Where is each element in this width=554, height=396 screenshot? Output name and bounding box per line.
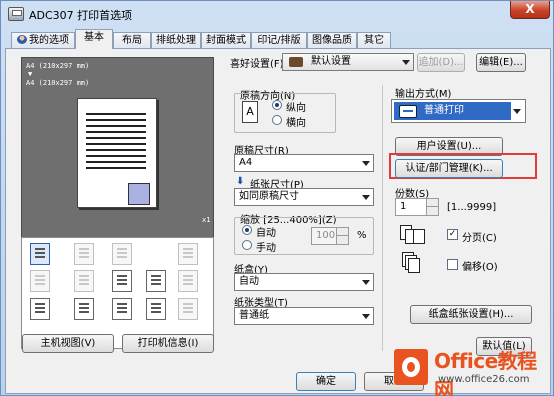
spin-up-icon[interactable] bbox=[336, 228, 348, 236]
offset-checkbox[interactable] bbox=[447, 259, 458, 270]
collate-icon bbox=[400, 225, 425, 247]
zoom-value-input[interactable]: 100 bbox=[311, 227, 349, 245]
booklet-icon[interactable] bbox=[112, 298, 132, 320]
title-bar: ADC307 打印首选项 X bbox=[1, 1, 553, 29]
tray-value: 自动 bbox=[239, 276, 259, 287]
secure-print-icon[interactable] bbox=[178, 270, 198, 292]
favorites-label: 喜好设置(F) bbox=[230, 59, 284, 70]
zoom-unit: % bbox=[357, 230, 367, 241]
chevron-down-icon bbox=[402, 60, 410, 65]
paper-type-select[interactable]: 普通纸 bbox=[234, 307, 374, 325]
spin-down-icon[interactable] bbox=[426, 207, 438, 215]
tab-my-options[interactable]: 我的选项 bbox=[11, 32, 75, 49]
window-title: ADC307 打印首选项 bbox=[29, 9, 133, 22]
collate-label: 分页(C) bbox=[462, 233, 497, 244]
print-preferences-window: ADC307 打印首选项 X 我的选项 基本 布局 排纸处理 封面模式 印记/排… bbox=[0, 0, 554, 396]
tab-basic[interactable]: 基本 bbox=[75, 29, 113, 49]
chevron-down-icon bbox=[513, 109, 521, 114]
tab-layout[interactable]: 布局 bbox=[113, 32, 151, 49]
tab-bar: 我的选项 基本 布局 排纸处理 封面模式 印记/排版 图像品质 其它 bbox=[5, 29, 551, 49]
office-logo-icon bbox=[394, 349, 428, 385]
paper-type-value: 普通纸 bbox=[239, 310, 269, 321]
fold-icon[interactable] bbox=[178, 243, 198, 265]
orientation-portrait-label: 纵向 bbox=[286, 103, 306, 114]
print-function-icon[interactable] bbox=[30, 243, 50, 265]
close-button[interactable]: X bbox=[510, 1, 550, 19]
offset-icon bbox=[402, 252, 426, 274]
preview-fold bbox=[128, 183, 150, 205]
printer-icon bbox=[399, 105, 417, 118]
watermark-title: Office教程网 bbox=[434, 349, 537, 396]
overlay-icon[interactable] bbox=[146, 298, 166, 320]
output-method-value-box: 普通打印 bbox=[394, 102, 511, 120]
watermark: Office教程网 www.office26.com bbox=[394, 341, 554, 396]
arrow-down-icon: ⬇ bbox=[236, 176, 245, 187]
favorites-icon bbox=[289, 57, 303, 67]
tab-other[interactable]: 其它 bbox=[357, 32, 391, 49]
auth-department-button[interactable]: 认证/部门管理(K)... bbox=[395, 159, 503, 178]
zoom-auto-radio[interactable] bbox=[242, 225, 252, 235]
duplex-icon[interactable] bbox=[30, 270, 50, 292]
chevron-down-icon bbox=[362, 195, 370, 200]
printer-view-button[interactable]: 主机视图(V) bbox=[22, 334, 114, 353]
function-icon-grid bbox=[21, 237, 214, 349]
tab-label: 我的选项 bbox=[29, 35, 69, 46]
orientation-landscape-radio[interactable] bbox=[272, 115, 282, 125]
preview-scale: x1 bbox=[202, 216, 211, 224]
tab-cover-mode[interactable]: 封面模式 bbox=[201, 32, 251, 49]
ok-button[interactable]: 确定 bbox=[296, 372, 356, 391]
copies-input[interactable]: 1 bbox=[395, 198, 439, 216]
tray-select[interactable]: 自动 bbox=[234, 273, 374, 291]
orientation-landscape-label: 横向 bbox=[286, 118, 306, 129]
tab-stamp[interactable]: 印记/排版 bbox=[251, 32, 307, 49]
portrait-icon: A bbox=[242, 101, 258, 123]
tab-finishing[interactable]: 排纸处理 bbox=[151, 32, 201, 49]
offset-label: 偏移(O) bbox=[462, 262, 498, 273]
zoom-value: 100 bbox=[316, 230, 336, 241]
collate-checkbox[interactable]: ✓ bbox=[447, 229, 458, 240]
orientation-portrait-radio[interactable] bbox=[272, 100, 282, 110]
copy-icon[interactable] bbox=[112, 243, 132, 265]
add-favorite-button[interactable]: 追加(D)... bbox=[417, 53, 465, 72]
copies-range: [1...9999] bbox=[447, 202, 497, 213]
page-layout-icon[interactable] bbox=[146, 270, 166, 292]
user-auth-icon[interactable] bbox=[74, 298, 94, 320]
paper-size-value: 如同原稿尺寸 bbox=[239, 191, 299, 202]
preview-sheet bbox=[77, 98, 157, 208]
edit-favorite-button[interactable]: 编辑(E)... bbox=[476, 53, 526, 72]
watermark-url: www.office26.com bbox=[438, 374, 530, 385]
box-save-icon[interactable] bbox=[30, 298, 50, 320]
preview-paper-size: A4 (210x297 mm) bbox=[26, 79, 90, 87]
favorites-select[interactable]: 默认设置 bbox=[282, 53, 414, 71]
chevron-down-icon bbox=[362, 314, 370, 319]
zoom-auto-label: 自动 bbox=[256, 228, 276, 239]
paper-size-select[interactable]: 如同原稿尺寸 bbox=[234, 188, 374, 206]
original-size-select[interactable]: A4 bbox=[234, 154, 374, 172]
chevron-down-icon bbox=[362, 280, 370, 285]
preview-original-size: A4 (210x297 mm) bbox=[26, 62, 90, 70]
finisher-icon[interactable] bbox=[178, 298, 198, 320]
zoom-manual-label: 手动 bbox=[256, 243, 276, 254]
chevron-down-icon bbox=[362, 161, 370, 166]
printer-icon bbox=[8, 7, 24, 21]
output-method-label: 输出方式(M) bbox=[395, 89, 452, 100]
user-icon bbox=[17, 35, 27, 44]
printer-info-button[interactable]: 打印机信息(I) bbox=[122, 334, 214, 353]
zoom-manual-radio[interactable] bbox=[242, 240, 252, 250]
vertical-divider bbox=[382, 85, 383, 351]
tab-quality[interactable]: 图像品质 bbox=[307, 32, 357, 49]
punch-icon[interactable] bbox=[74, 270, 94, 292]
copies-value: 1 bbox=[400, 201, 407, 212]
output-method-select[interactable]: 普通打印 bbox=[391, 99, 526, 123]
spin-down-icon[interactable] bbox=[336, 236, 348, 244]
preview-arrow: ▼ bbox=[28, 70, 33, 78]
staple-icon[interactable] bbox=[74, 243, 94, 265]
output-method-value: 普通打印 bbox=[424, 105, 464, 116]
tray-paper-settings-button[interactable]: 纸盒纸张设置(H)... bbox=[410, 305, 532, 324]
zoom-group bbox=[234, 217, 374, 255]
original-size-value: A4 bbox=[239, 157, 253, 168]
text-stamp-icon[interactable] bbox=[112, 270, 132, 292]
spin-up-icon[interactable] bbox=[426, 199, 438, 207]
favorites-value: 默认设置 bbox=[311, 56, 351, 67]
